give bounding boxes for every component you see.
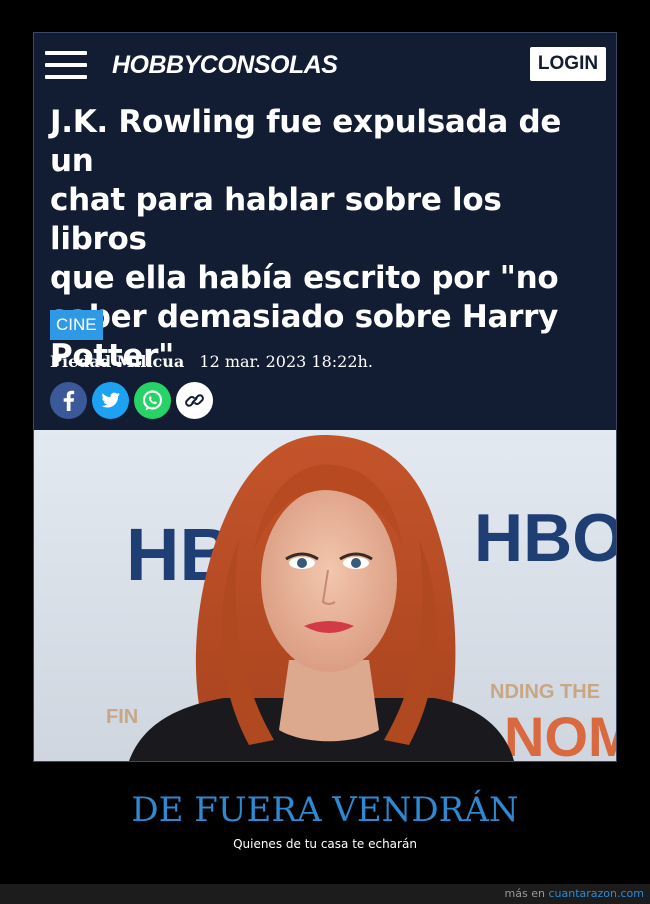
site-logo[interactable]: HOBBYCONSOLAS — [112, 50, 338, 80]
publish-date: 12 mar. 2023 18:22h. — [199, 352, 373, 371]
footer-credit: más en cuantarazon.com — [505, 886, 644, 902]
footer-site-link[interactable]: cuantarazon.com — [548, 887, 644, 900]
backdrop-logo-right: HBO — [474, 500, 616, 576]
copy-link-button[interactable] — [176, 382, 213, 419]
footer-bar: más en cuantarazon.com — [0, 884, 650, 904]
article-photo: HB HBO FIN NDING THE NOM — [34, 430, 616, 761]
whatsapp-icon — [142, 390, 163, 411]
headline-line: chat para hablar sobre los libros — [50, 182, 502, 257]
author-name[interactable]: Piedad Milicua — [50, 352, 184, 371]
login-button[interactable]: LOGIN — [530, 47, 606, 81]
category-tag[interactable]: CINE — [50, 310, 103, 340]
footer-prefix: más en — [504, 887, 545, 900]
backdrop-text-bottom-right: NDING THE — [490, 681, 600, 703]
headline-line: saber demasiado sobre Harry — [50, 299, 558, 335]
twitter-share-button[interactable] — [92, 382, 129, 419]
whatsapp-share-button[interactable] — [134, 382, 171, 419]
site-header: HOBBYCONSOLAS LOGIN — [34, 33, 616, 97]
portrait-image: HB HBO FIN NDING THE NOM — [34, 430, 616, 761]
headline-line: que ella había escrito por "no — [50, 260, 559, 296]
article-card: HOBBYCONSOLAS LOGIN J.K. Rowling fue exp… — [33, 32, 617, 762]
caption-subtitle: Quienes de tu casa te echarán — [233, 837, 417, 851]
facebook-icon — [63, 390, 75, 411]
caption-title: DE FUERA VENDRÁN — [131, 790, 519, 830]
facebook-share-button[interactable] — [50, 382, 87, 419]
hamburger-menu-icon[interactable] — [45, 51, 87, 79]
backdrop-text-bottom-left: FIN — [106, 706, 138, 728]
backdrop-text-bottom-big: NOM — [504, 705, 616, 761]
headline-line: J.K. Rowling fue expulsada de un — [50, 104, 562, 179]
article-meta: Piedad Milicua 12 mar. 2023 18:22h. — [50, 351, 373, 373]
twitter-icon — [101, 392, 120, 408]
link-icon — [185, 394, 204, 407]
article-headline: J.K. Rowling fue expulsada de un chat pa… — [50, 103, 605, 376]
